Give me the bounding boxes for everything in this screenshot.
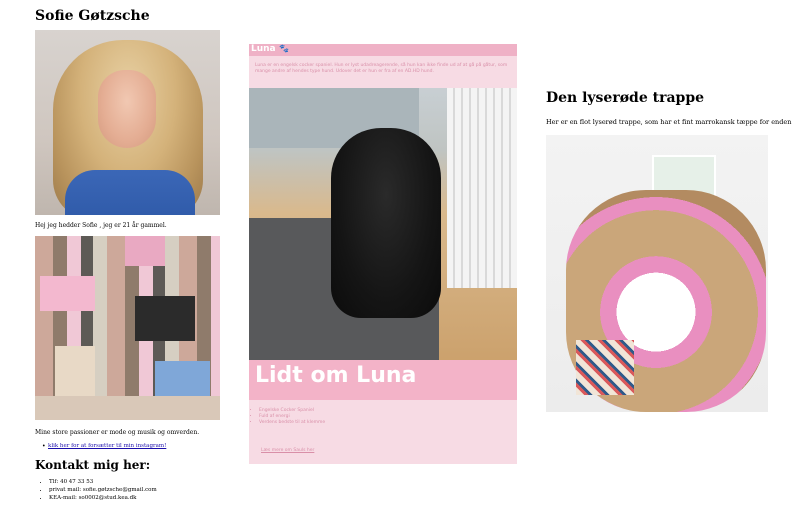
photo-dog: [331, 128, 441, 318]
paw-icon: 🐾: [279, 44, 289, 53]
fashion-collage-image: [35, 236, 220, 420]
card-title-bar: [249, 44, 517, 56]
dog-photo: [249, 88, 517, 400]
collage-tile: [55, 346, 95, 396]
collage-tile: [125, 236, 165, 266]
facts-list: Engelske Cocker Spaniel Fuld af energi V…: [251, 408, 325, 426]
luna-card: Luna 🐾 Luna er en engelsk cocker spaniel…: [249, 44, 517, 464]
photo-moroccan-rug: [576, 340, 634, 395]
portrait-photo: [35, 30, 220, 215]
pink-stairs-photo: [546, 135, 768, 412]
portrait-hoodie: [65, 170, 195, 215]
instagram-link[interactable]: klik her for at forsætter til min instag…: [48, 443, 166, 449]
collage-tile: [40, 276, 95, 311]
collage-tile: [35, 396, 220, 420]
fact-item: Verdens bedste til at klemme: [259, 420, 325, 426]
contact-heading: Kontakt mig her:: [35, 458, 151, 472]
contact-list: Tlf: 40 47 33 53 privat mail: sofie.gøtz…: [35, 478, 157, 502]
card-heading: Lidt om Luna: [255, 363, 417, 388]
photo-radiator: [447, 88, 517, 288]
intro-text: Hej jeg hedder Sofie , jeg er 21 år gamm…: [35, 222, 167, 229]
interests-text: Mine store passioner er mode og musik og…: [35, 429, 200, 436]
bullet-icon: •: [42, 443, 46, 450]
collage-tile: [135, 296, 195, 341]
card-title: Luna: [251, 44, 276, 54]
contact-phone: Tlf: 40 47 33 53: [49, 478, 157, 486]
contact-private-mail: privat mail: sofie.gøtzsche@gmail.com: [49, 486, 157, 494]
portrait-face: [98, 70, 156, 148]
stairs-text: Her er en flot lyserød trappe, som har e…: [546, 118, 792, 126]
contact-kea-mail: KEA-mail: so0002@stud.kea.dk: [49, 494, 157, 502]
card-description: Luna er en engelsk cocker spaniel. Hun e…: [255, 63, 508, 74]
card-read-more-link[interactable]: Læs mere om Sauls her: [261, 448, 314, 453]
stairs-heading: Den lyserøde trappe: [546, 90, 705, 106]
collage-tile: [155, 361, 210, 396]
page-title: Sofie Gøtzsche: [35, 8, 150, 24]
